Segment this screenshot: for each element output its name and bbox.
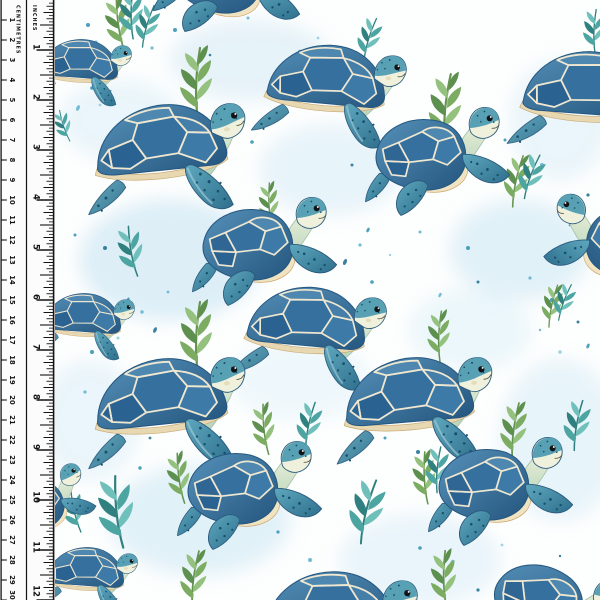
svg-text:16: 16 [8,315,16,325]
ruler-cm-label: CENTIMETRES [15,5,21,54]
ruler-inch-label: INCHES [31,5,37,31]
svg-text:5: 5 [8,98,16,103]
svg-text:7: 7 [30,344,40,350]
turtle-fabric-pattern [0,0,600,600]
svg-text:2: 2 [30,94,40,100]
svg-text:30: 30 [8,590,16,600]
svg-text:4: 4 [30,194,40,200]
svg-text:8: 8 [8,158,16,163]
svg-text:28: 28 [8,555,16,565]
svg-text:11: 11 [30,541,40,553]
svg-text:14: 14 [8,275,16,285]
svg-text:12: 12 [8,235,16,245]
svg-text:6: 6 [30,294,40,300]
svg-text:9: 9 [8,178,16,183]
svg-text:24: 24 [8,475,16,485]
svg-text:20: 20 [8,395,16,405]
svg-text:15: 15 [8,295,16,305]
svg-text:1: 1 [30,44,40,50]
svg-text:18: 18 [8,355,16,365]
svg-text:3: 3 [30,144,40,150]
svg-text:3: 3 [8,58,16,63]
svg-text:13: 13 [8,255,16,265]
svg-text:9: 9 [30,444,40,450]
svg-text:5: 5 [30,244,40,250]
svg-text:8: 8 [30,394,40,400]
svg-text:21: 21 [8,415,16,425]
fabric-swatch-photo: 1234567891011121314151617181920212223242… [0,0,600,600]
svg-text:7: 7 [8,138,16,143]
svg-text:23: 23 [8,455,16,465]
svg-text:12: 12 [30,585,40,597]
svg-text:10: 10 [30,491,40,503]
svg-text:27: 27 [8,535,16,545]
svg-text:10: 10 [8,195,16,205]
svg-text:25: 25 [8,495,16,505]
svg-text:6: 6 [8,118,16,123]
svg-text:22: 22 [8,435,16,445]
svg-text:29: 29 [8,575,16,585]
svg-text:17: 17 [8,335,16,345]
svg-text:11: 11 [8,215,16,225]
svg-text:26: 26 [8,515,16,525]
svg-text:4: 4 [8,78,16,83]
svg-text:19: 19 [8,375,16,385]
ruler: 1234567891011121314151617181920212223242… [0,0,55,600]
